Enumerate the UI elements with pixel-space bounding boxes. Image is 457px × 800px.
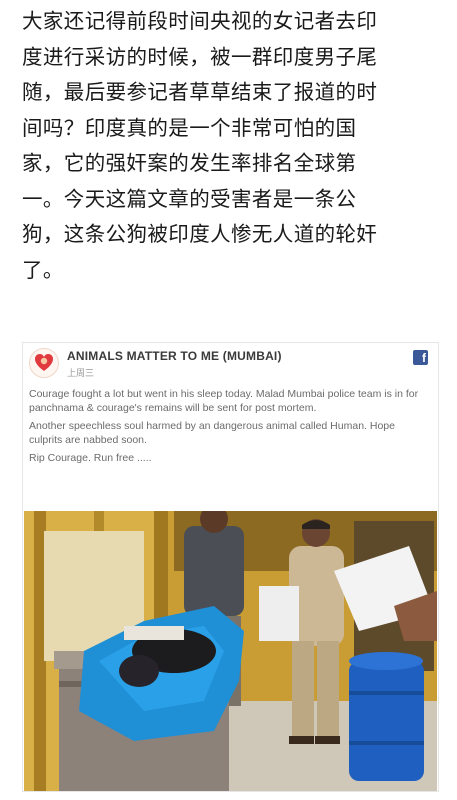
article-line: 度进行采访的时候，被一群印度男子尾 — [22, 44, 378, 69]
article-line: 间吗？印度真的是一个非常可怕的国 — [22, 115, 357, 140]
article-line: 家，它的强奸案的发生率排名全球第 — [22, 151, 357, 175]
post-photo[interactable] — [24, 511, 437, 791]
embedded-facebook-post: ANIMALS MATTER TO ME (MUMBAI) 上周三 f Cour… — [22, 342, 439, 792]
post-header: ANIMALS MATTER TO ME (MUMBAI) 上周三 f — [23, 343, 438, 383]
article-line: 随，最后要参记者草草结束了报道的时 — [22, 80, 378, 104]
post-paragraph: Courage fought a lot but went in his sle… — [29, 388, 419, 414]
page-name[interactable]: ANIMALS MATTER TO ME (MUMBAI) — [67, 349, 282, 363]
facebook-icon[interactable]: f — [413, 350, 428, 365]
article-line: 狗，这条公狗被印度人惨无人道的轮奸 — [22, 222, 378, 246]
article-line: 大家还记得前段时间央视的女记者去印 — [22, 9, 378, 33]
article-line: 一。今天这篇文章的受害者是一条公 — [22, 186, 357, 211]
post-body: Courage fought a lot but went in his sle… — [29, 388, 429, 471]
article-text: 大家还记得前段时间央视的女记者去印 度进行采访的时候，被一群印度男子尾 随，最后… — [22, 4, 442, 288]
post-timestamp: 上周三 — [67, 369, 95, 379]
post-paragraph: Rip Courage. Run free ..... — [29, 452, 152, 464]
post-paragraph: Another speechless soul harmed by an dan… — [29, 420, 395, 446]
article-line: 了。 — [22, 257, 64, 282]
heart-logo-icon[interactable] — [29, 348, 59, 378]
